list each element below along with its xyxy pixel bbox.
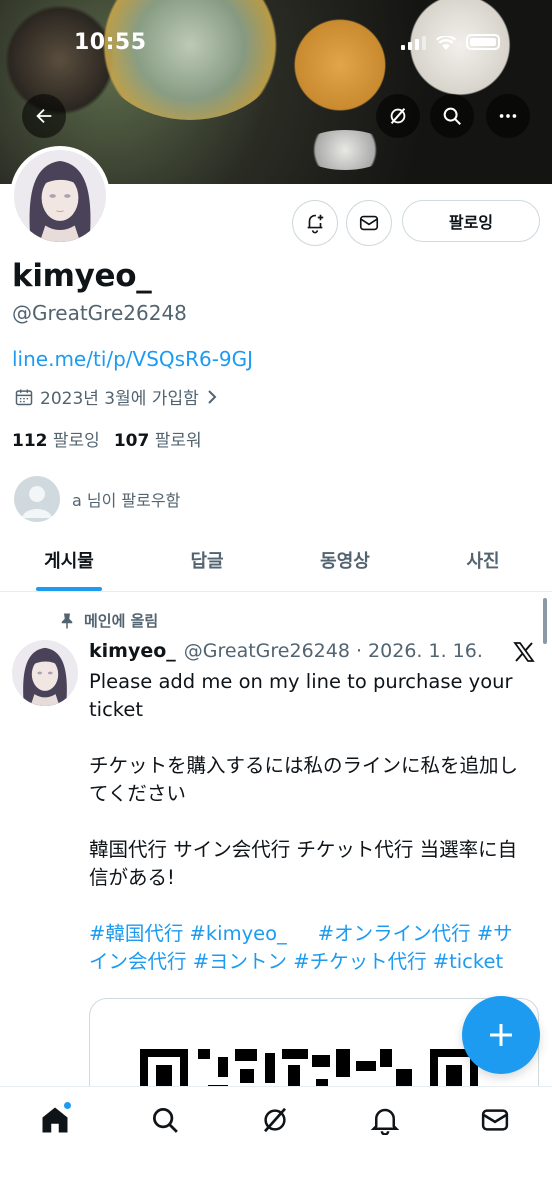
compose-button[interactable] [462,996,540,1074]
tab-replies[interactable]: 답글 [138,540,276,591]
tab-posts[interactable]: 게시물 [0,540,138,591]
nav-home[interactable] [38,1101,72,1137]
home-badge-dot [63,1101,72,1110]
follow-stats: 112 팔로잉 107 팔로워 [12,426,202,451]
tab-videos[interactable]: 동영상 [276,540,414,591]
notification-button[interactable] [292,200,338,246]
pinned-indicator: 메인에 올림 [58,610,158,631]
bottom-nav [0,1086,552,1200]
nav-grok[interactable] [258,1103,292,1137]
plus-icon [490,1024,512,1046]
followers-label: 팔로워 [154,431,202,451]
profile-handle: @GreatGre26248 [12,301,187,325]
grok-button[interactable] [376,94,420,138]
following-stat[interactable]: 112 팔로잉 [12,426,100,451]
profile-tabs: 게시물 답글 동영상 사진 [0,540,552,592]
grok-icon [263,1107,287,1133]
pin-icon [61,613,73,628]
grok-icon [390,108,406,124]
mail-icon [481,1109,509,1131]
nav-messages[interactable] [478,1103,512,1137]
followers-stat[interactable]: 107 팔로워 [114,426,202,451]
profile-avatar[interactable] [10,146,110,246]
post-meta: @GreatGre26248 · 2026. 1. 16. [183,640,483,662]
notification-add-icon [307,214,324,234]
pinned-label: 메인에 올림 [84,612,159,630]
tab-photos[interactable]: 사진 [414,540,552,591]
calendar-icon [15,389,33,405]
profile-name: kimyeo_ [12,258,152,294]
nav-notifications[interactable] [368,1103,402,1137]
post-text-jp-2: 韓国代行 サイン会代行 チケット代行 当選率に自信がある! [89,838,518,889]
join-date[interactable]: 2023년 3월에 가입함 [14,384,219,409]
follower-avatar [14,476,60,522]
message-icon [359,215,379,231]
search-icon [153,1108,178,1133]
followed-by-text: a 님이 팔로우함 [72,491,181,510]
post-text-jp: チケットを購入するには私のラインに私を追加してください [89,754,519,805]
signal-icon [401,36,426,50]
join-date-text: 2023년 3월에 가입함 [40,389,199,409]
back-arrow-icon [36,108,52,124]
back-button[interactable] [22,94,66,138]
post-author-avatar[interactable] [12,640,78,706]
status-icons [401,34,500,50]
search-icon [443,107,461,125]
search-button[interactable] [430,94,474,138]
post-header: kimyeo_ @GreatGre26248 · 2026. 1. 16. [89,640,483,662]
post-author-name[interactable]: kimyeo_ [89,640,176,662]
post-text-en: Please add me on my line to purchase you… [89,670,513,721]
bell-icon [370,1108,400,1135]
profile-link[interactable]: line.me/ti/p/VSQsR6-9GJ [12,347,253,371]
x-logo-icon[interactable] [512,640,536,664]
more-icon [499,114,517,118]
post-body[interactable]: Please add me on my line to purchase you… [89,668,529,1004]
battery-icon [466,34,500,50]
following-label: 팔로잉 [52,431,100,451]
more-button[interactable] [486,94,530,138]
wifi-icon [436,36,456,50]
followers-count: 107 [113,431,150,451]
scrollbar[interactable] [543,598,547,644]
chevron-right-icon [208,389,217,404]
message-button[interactable] [346,200,392,246]
following-count: 112 [12,431,48,451]
following-button[interactable]: 팔로잉 [402,200,540,242]
followed-by[interactable]: a 님이 팔로우함 [14,476,180,522]
status-time: 10:55 [74,30,147,55]
nav-search[interactable] [148,1103,182,1137]
post-hashtags[interactable]: #韓国代行 #kimyeo_ #オンライン代行 #サイン会代行 #ヨントン #チ… [89,920,529,976]
